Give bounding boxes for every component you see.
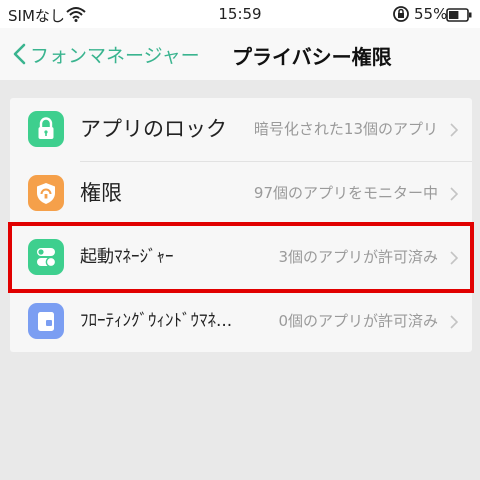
settings-card: アプリのロック 暗号化された13個のアプリ 権限 97個のアプリをモニター中 起… bbox=[10, 98, 472, 352]
list-item-subtitle: 3個のアプリが許可済み bbox=[278, 248, 438, 266]
chevron-left-icon bbox=[13, 43, 26, 65]
list-item-title: 起動ﾏﾈｰｼﾞｬｰ bbox=[80, 247, 174, 267]
chevron-right-icon bbox=[450, 187, 458, 201]
toggle-icon bbox=[28, 239, 64, 275]
list-item-startup-manager[interactable]: 起動ﾏﾈｰｼﾞｬｰ 3個のアプリが許可済み bbox=[10, 226, 472, 289]
page-title: プライバシー権限 bbox=[232, 45, 392, 69]
list-item-subtitle: 97個のアプリをモニター中 bbox=[253, 184, 438, 202]
list-item-floating-window-manager[interactable]: ﾌﾛｰﾃｨﾝｸﾞｳｨﾝﾄﾞｳﾏﾈ... 0個のアプリが許可済み bbox=[10, 290, 472, 353]
list-item-app-lock[interactable]: アプリのロック 暗号化された13個のアプリ bbox=[10, 98, 472, 161]
list-item-title: 権限 bbox=[80, 181, 122, 205]
list-item-title: ﾌﾛｰﾃｨﾝｸﾞｳｨﾝﾄﾞｳﾏﾈ... bbox=[80, 311, 233, 331]
rotation-lock-icon bbox=[392, 5, 410, 27]
list-item-subtitle: 0個のアプリが許可済み bbox=[278, 312, 438, 330]
status-bar: SIMなし 15:59 55% bbox=[0, 0, 480, 28]
list-item-title: アプリのロック bbox=[80, 117, 227, 141]
battery-percent: 55% bbox=[414, 5, 448, 23]
battery-icon bbox=[446, 7, 472, 26]
chevron-right-icon bbox=[450, 315, 458, 329]
back-label: フォンマネージャー bbox=[30, 44, 200, 67]
chevron-right-icon bbox=[450, 123, 458, 137]
chevron-right-icon bbox=[450, 251, 458, 265]
list-item-permissions[interactable]: 権限 97個のアプリをモニター中 bbox=[10, 162, 472, 225]
list-item-subtitle: 暗号化された13個のアプリ bbox=[253, 120, 438, 138]
app-header: フォンマネージャー プライバシー権限 bbox=[0, 28, 480, 80]
floating-window-icon bbox=[28, 303, 64, 339]
shield-icon bbox=[28, 175, 64, 211]
back-button[interactable]: フォンマネージャー bbox=[12, 39, 200, 69]
lock-icon bbox=[28, 111, 64, 147]
